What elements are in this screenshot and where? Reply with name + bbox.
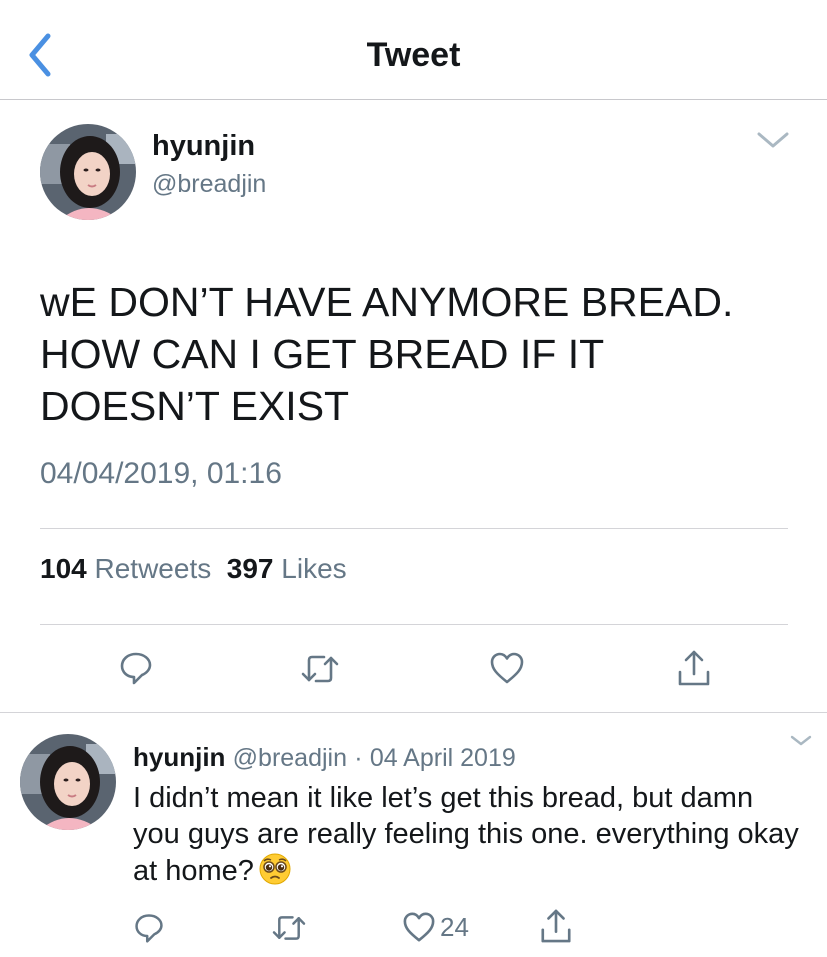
reply-icon (120, 652, 152, 685)
likes-stat[interactable]: 397 Likes (227, 553, 347, 584)
reply-share-button[interactable] (539, 907, 573, 945)
reply-text-content: I didn’t mean it like let’s get this bre… (133, 782, 799, 887)
reply-avatar[interactable] (20, 734, 116, 830)
navigation-bar: Tweet (0, 0, 827, 100)
reply-text: I didn’t mean it like let’s get this bre… (133, 780, 803, 895)
tweet-stats: 104 Retweets 397 Likes (40, 553, 347, 585)
reply-icon (135, 914, 163, 943)
reply-separator: · (354, 744, 363, 772)
author-handle[interactable]: @breadjin (152, 170, 266, 199)
page-title: Tweet (366, 36, 461, 74)
pleading-face-emoji (258, 852, 292, 895)
like-button[interactable] (489, 651, 525, 685)
reply-date: 04 April 2019 (369, 744, 516, 772)
share-icon (541, 909, 571, 943)
heart-icon (490, 652, 524, 684)
more-options-button[interactable] (756, 130, 790, 150)
tweet-text: wE DON’T HAVE ANYMORE BREAD. HOW CAN I G… (40, 279, 734, 429)
share-button[interactable] (676, 648, 712, 688)
retweet-icon (301, 655, 339, 683)
reply-button[interactable] (118, 650, 154, 686)
chevron-down-icon (757, 132, 789, 148)
retweet-button[interactable] (300, 652, 340, 686)
retweets-stat[interactable]: 104 Retweets (40, 553, 211, 584)
reply-reply-button[interactable] (133, 912, 165, 944)
divider (40, 624, 788, 625)
reply-like-button[interactable]: 24 (402, 911, 469, 943)
share-icon (678, 650, 710, 686)
retweet-icon (272, 916, 306, 940)
like-count: 397 (226, 553, 274, 584)
reply-author-name[interactable]: hyunjin (133, 742, 225, 772)
avatar[interactable] (40, 124, 136, 220)
tweet-timestamp: 04/04/2019, 01:16 (40, 457, 282, 490)
retweet-label: Retweets (94, 553, 212, 584)
reply-retweet-button[interactable] (271, 913, 307, 943)
reply-header: hyunjin @breadjin · 04 April 2019 (133, 742, 516, 773)
reply-more-options-button[interactable] (790, 734, 812, 748)
heart-icon (403, 912, 435, 942)
reply-like-count: 24 (440, 911, 469, 942)
chevron-down-icon (790, 735, 812, 746)
like-label: Likes (281, 553, 347, 584)
reply-author-handle[interactable]: @breadjin (233, 744, 347, 772)
author-name[interactable]: hyunjin (152, 130, 255, 163)
divider (40, 528, 788, 529)
retweet-count: 104 (40, 553, 87, 584)
divider (0, 712, 827, 713)
